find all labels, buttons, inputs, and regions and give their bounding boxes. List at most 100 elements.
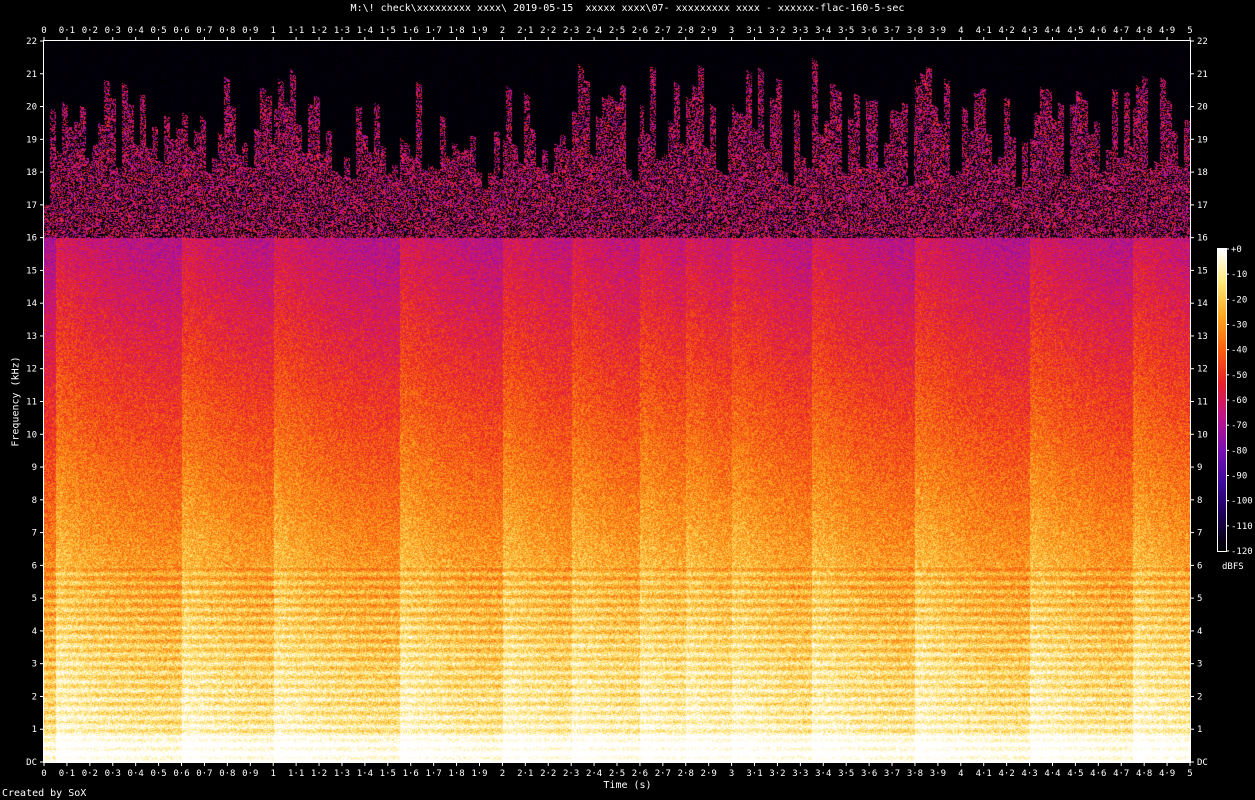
y-tick-label: 4 xyxy=(32,627,37,637)
x-tick-label-top: 2·8 xyxy=(678,26,694,36)
x-tick-label: 0 xyxy=(41,769,46,779)
colorbar-tick-label: -20 xyxy=(1231,295,1247,305)
x-tick-label-top: 4·6 xyxy=(1090,26,1106,36)
y-tick-label-right: 16 xyxy=(1197,234,1208,244)
x-tick-label-top: 2·7 xyxy=(655,26,671,36)
x-tick-label: 4·9 xyxy=(1159,769,1175,779)
colorbar-tick-label: -40 xyxy=(1231,346,1247,356)
colorbar-frame xyxy=(1217,248,1227,552)
chart-axes: 0 0 0·1 0·1 0·2 0·2 0·3 0·3 0·4 0·4 0·5 0·5 0·6 0·6 0·… xyxy=(26,26,1253,779)
x-tick-label-top: 3 xyxy=(729,26,734,36)
x-tick-label: 1·4 xyxy=(357,769,373,779)
x-tick-label-top: 3·4 xyxy=(815,26,831,36)
x-tick-label: 0·9 xyxy=(242,769,258,779)
x-tick-label: 3·7 xyxy=(884,769,900,779)
x-tick-label-top: 0·2 xyxy=(82,26,98,36)
x-tick-label: 2·4 xyxy=(586,769,602,779)
y-tick-label-right: 17 xyxy=(1197,201,1208,211)
x-tick-label-top: 2·3 xyxy=(563,26,579,36)
y-tick-label: 17 xyxy=(26,201,37,211)
y-tick-label-right: 5 xyxy=(1197,594,1202,604)
y-tick-label-right: 9 xyxy=(1197,463,1202,473)
colorbar-tick-label: -10 xyxy=(1231,270,1247,280)
x-tick-label-top: 4·1 xyxy=(976,26,992,36)
x-tick-label-top: 2 xyxy=(500,26,505,36)
y-tick-label: 11 xyxy=(26,398,37,408)
x-tick-label-top: 4·3 xyxy=(1021,26,1037,36)
x-tick-label: 2·9 xyxy=(701,769,717,779)
x-tick-label-top: 2·9 xyxy=(701,26,717,36)
y-tick-label-right: 19 xyxy=(1197,135,1208,145)
y-tick-label: 12 xyxy=(26,365,37,375)
colorbar-tick-label: -50 xyxy=(1231,371,1247,381)
x-tick-label-top: 2·5 xyxy=(609,26,625,36)
x-tick-label-top: 1·1 xyxy=(288,26,304,36)
x-tick-label-top: 2·2 xyxy=(540,26,556,36)
x-tick-label-top: 4·7 xyxy=(1113,26,1129,36)
x-tick-label: 3·4 xyxy=(815,769,831,779)
y-tick-label: 15 xyxy=(26,266,37,276)
x-tick-label: 1·2 xyxy=(311,769,327,779)
colorbar-tick-label: -90 xyxy=(1231,472,1247,482)
x-tick-label: 3 xyxy=(729,769,734,779)
x-tick-label: 1·1 xyxy=(288,769,304,779)
colorbar-tick-label: -60 xyxy=(1231,396,1247,406)
colorbar-tick-label: +0 xyxy=(1231,245,1242,255)
x-tick-label: 4·6 xyxy=(1090,769,1106,779)
x-tick-label-top: 4·5 xyxy=(1067,26,1083,36)
x-tick-label-top: 4·9 xyxy=(1159,26,1175,36)
x-tick-label: 3·3 xyxy=(792,769,808,779)
x-tick-label: 1·6 xyxy=(403,769,419,779)
x-tick-label: 0·1 xyxy=(59,769,75,779)
x-tick-label: 1·8 xyxy=(448,769,464,779)
y-tick-label-right: 8 xyxy=(1197,496,1202,506)
colorbar-tick-label: -100 xyxy=(1231,497,1253,507)
x-tick-label: 3·5 xyxy=(838,769,854,779)
x-tick-label-top: 5 xyxy=(1187,26,1192,36)
y-tick-label-right: DC xyxy=(1197,758,1208,768)
x-tick-label: 3·8 xyxy=(907,769,923,779)
x-tick-label-top: 1·7 xyxy=(426,26,442,36)
x-tick-label: 1·7 xyxy=(426,769,442,779)
x-tick-label-top: 3·6 xyxy=(861,26,877,36)
x-tick-label: 4·8 xyxy=(1136,769,1152,779)
x-tick-label-top: 3·5 xyxy=(838,26,854,36)
y-tick-label-right: 6 xyxy=(1197,561,1202,571)
x-tick-label: 0·3 xyxy=(105,769,121,779)
y-tick-label-right: 21 xyxy=(1197,70,1208,80)
x-tick-label-top: 2·6 xyxy=(632,26,648,36)
x-tick-label: 2·2 xyxy=(540,769,556,779)
x-tick-label: 0·6 xyxy=(173,769,189,779)
x-tick-label-top: 1·5 xyxy=(380,26,396,36)
y-tick-label: 10 xyxy=(26,430,37,440)
x-tick-label: 4·4 xyxy=(1044,769,1060,779)
y-tick-label-right: 13 xyxy=(1197,332,1208,342)
x-tick-label: 3·6 xyxy=(861,769,877,779)
x-tick-label: 0·8 xyxy=(219,769,235,779)
x-tick-label-top: 3·9 xyxy=(930,26,946,36)
y-tick-label: 19 xyxy=(26,135,37,145)
y-tick-label: 6 xyxy=(32,561,37,571)
y-tick-label-right: 18 xyxy=(1197,168,1208,178)
y-tick-label: 9 xyxy=(32,463,37,473)
x-tick-label-top: 0·6 xyxy=(173,26,189,36)
y-tick-label: 20 xyxy=(26,103,37,113)
x-tick-label: 0·5 xyxy=(150,769,166,779)
x-tick-label-top: 2·4 xyxy=(586,26,602,36)
y-tick-label: 8 xyxy=(32,496,37,506)
y-tick-label: 16 xyxy=(26,234,37,244)
colorbar-tick-label: -30 xyxy=(1231,321,1247,331)
x-tick-label-top: 1·3 xyxy=(334,26,350,36)
x-tick-label: 0·7 xyxy=(196,769,212,779)
x-tick-label: 2·1 xyxy=(517,769,533,779)
x-tick-label-top: 1 xyxy=(270,26,275,36)
y-tick-label-right: 22 xyxy=(1197,37,1208,47)
x-tick-label: 1·5 xyxy=(380,769,396,779)
y-tick-label-right: 3 xyxy=(1197,660,1202,670)
x-tick-label-top: 0·8 xyxy=(219,26,235,36)
x-tick-label-top: 4·8 xyxy=(1136,26,1152,36)
x-tick-label: 1·9 xyxy=(471,769,487,779)
x-tick-label: 0·2 xyxy=(82,769,98,779)
y-tick-label: 1 xyxy=(32,725,37,735)
x-tick-label: 2 xyxy=(500,769,505,779)
